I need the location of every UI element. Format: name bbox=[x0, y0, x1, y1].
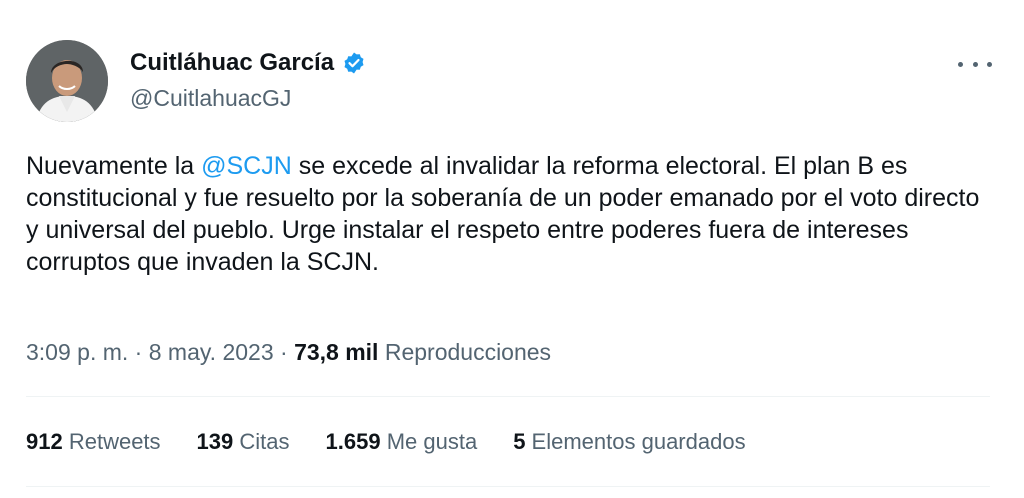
more-dot bbox=[987, 61, 992, 67]
avatar[interactable] bbox=[26, 40, 108, 122]
more-options-button[interactable] bbox=[958, 52, 992, 76]
quotes-count: 139 bbox=[196, 429, 234, 454]
bookmarks-stat[interactable]: 5 Elementos guardados bbox=[513, 427, 745, 457]
mention-link[interactable]: @SCJN bbox=[201, 152, 292, 180]
author-handle[interactable]: @CuitlahuacGJ bbox=[130, 84, 291, 112]
likes-label: Me gusta bbox=[380, 429, 478, 454]
retweets-label: Retweets bbox=[62, 429, 161, 454]
author-display-name[interactable]: Cuitláhuac García bbox=[130, 48, 334, 78]
author-name[interactable]: Cuitláhuac García bbox=[130, 48, 366, 78]
quotes-label: Citas bbox=[233, 429, 290, 454]
more-dot bbox=[972, 61, 978, 67]
meta-separator: · bbox=[273, 339, 295, 365]
tweet-text-before: Nuevamente la bbox=[26, 152, 202, 180]
bookmarks-label: Elementos guardados bbox=[525, 429, 746, 454]
retweets-count: 912 bbox=[26, 429, 63, 454]
divider bbox=[26, 396, 990, 397]
tweet-meta: 3:09 p. m. · 8 may. 2023 · 73,8 mil Repr… bbox=[26, 337, 551, 367]
tweet-time[interactable]: 3:09 p. m. bbox=[26, 339, 128, 365]
quotes-stat[interactable]: 139 Citas bbox=[197, 427, 290, 457]
likes-count: 1.659 bbox=[325, 429, 381, 454]
meta-separator: · bbox=[128, 339, 149, 365]
tweet-text: Nuevamente la @SCJN se excede al invalid… bbox=[26, 150, 998, 278]
tweet-date[interactable]: 8 may. 2023 bbox=[149, 339, 274, 365]
divider bbox=[26, 486, 990, 487]
verified-badge-icon bbox=[344, 52, 364, 74]
views-label: Reproducciones bbox=[378, 339, 552, 365]
views-count: 73,8 mil bbox=[294, 339, 379, 365]
engagement-stats: 912 Retweets 139 Citas 1.659 Me gusta 5 … bbox=[26, 427, 782, 457]
likes-stat[interactable]: 1.659 Me gusta bbox=[326, 427, 478, 457]
retweets-stat[interactable]: 912 Retweets bbox=[26, 427, 161, 457]
bookmarks-count: 5 bbox=[513, 429, 526, 454]
more-horizontal-icon bbox=[958, 61, 963, 67]
